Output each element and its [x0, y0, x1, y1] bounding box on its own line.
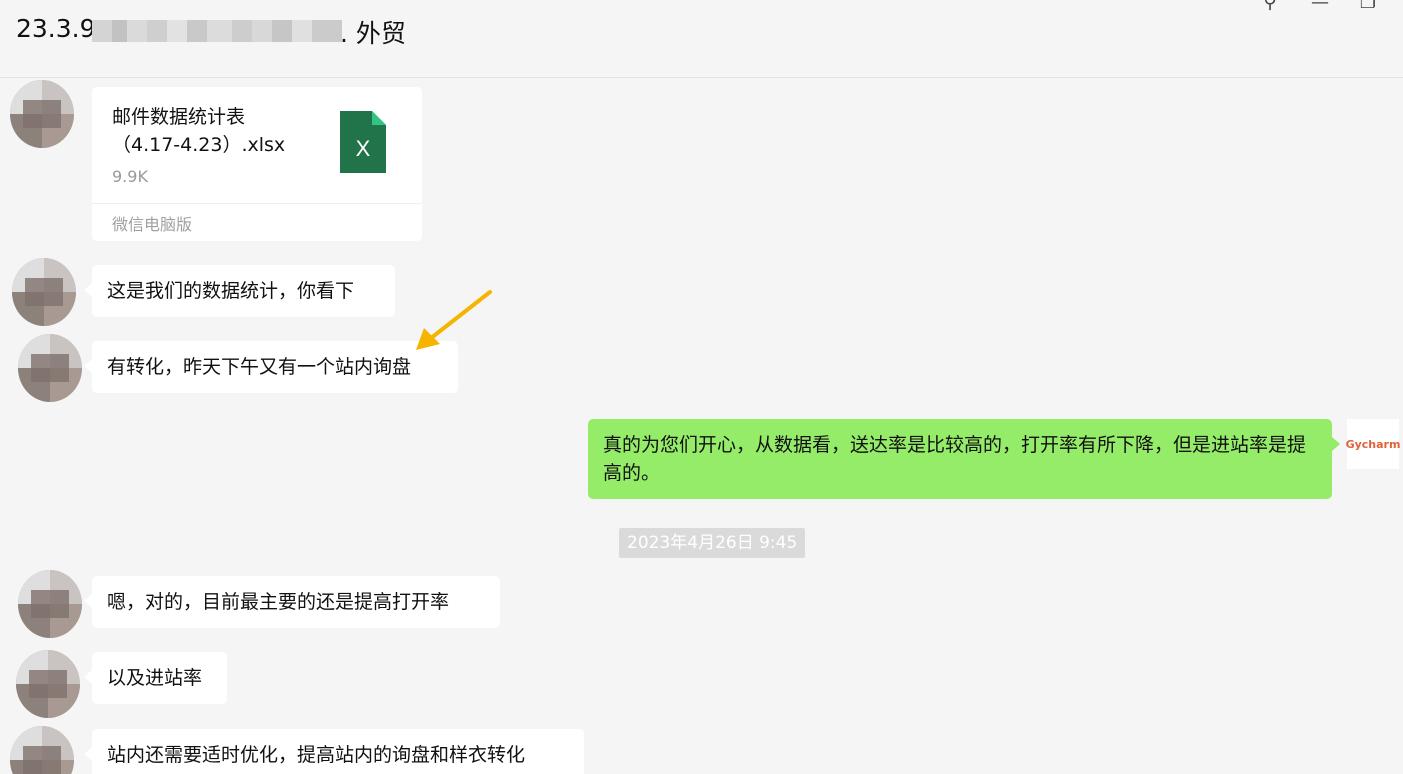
contact-avatar[interactable] — [18, 570, 82, 638]
contact-avatar[interactable] — [12, 258, 76, 326]
chat-title-redacted — [92, 20, 342, 42]
message-bubble[interactable]: 站内还需要适时优化，提高站内的询盘和样衣转化 — [84, 729, 584, 774]
file-size: 9.9K — [112, 167, 148, 186]
excel-file-icon: X — [340, 111, 386, 173]
message-bubble[interactable]: 嗯，对的，目前最主要的还是提高打开率 — [84, 576, 500, 628]
chat-title-prefix: 23.3.9 — [16, 14, 96, 43]
annotation-arrow-icon — [416, 290, 492, 350]
contact-avatar[interactable] — [16, 650, 80, 718]
chat-title-suffix: . 外贸 — [340, 19, 406, 48]
contact-avatar[interactable] — [18, 334, 82, 402]
chat-header: 23.3.9 . 外贸 ⚲ — ❐ — [0, 0, 1403, 78]
excel-icon-letter: X — [356, 136, 371, 161]
contact-avatar[interactable] — [10, 80, 74, 148]
self-avatar[interactable]: Gycharm — [1346, 419, 1400, 469]
contact-avatar[interactable] — [10, 726, 74, 774]
time-divider: 2023年4月26日 9:45 — [619, 528, 806, 558]
maximize-icon[interactable]: ❐ — [1358, 0, 1378, 14]
file-message-card[interactable]: 邮件数据统计表（4.17-4.23）.xlsx 9.9K X 微信电脑版 — [92, 87, 422, 241]
message-bubble-self[interactable]: 真的为您们开心，从数据看，送达率是比较高的，打开率有所下降，但是进站率是提高的。 — [588, 419, 1340, 499]
pin-icon[interactable]: ⚲ — [1260, 0, 1280, 14]
minimize-icon[interactable]: — — [1310, 0, 1330, 14]
file-name: 邮件数据统计表（4.17-4.23）.xlsx — [112, 106, 286, 156]
file-source: 微信电脑版 — [112, 215, 193, 234]
message-bubble[interactable]: 以及进站率 — [84, 652, 227, 704]
chat-window: 23.3.9 . 外贸 ⚲ — ❐ 邮件数据统计表（4.17-4.23）.xls… — [0, 0, 1403, 774]
file-card-divider — [92, 203, 422, 204]
message-bubble[interactable]: 这是我们的数据统计，你看下 — [84, 265, 395, 317]
message-bubble[interactable]: 有转化，昨天下午又有一个站内询盘 — [84, 341, 458, 393]
